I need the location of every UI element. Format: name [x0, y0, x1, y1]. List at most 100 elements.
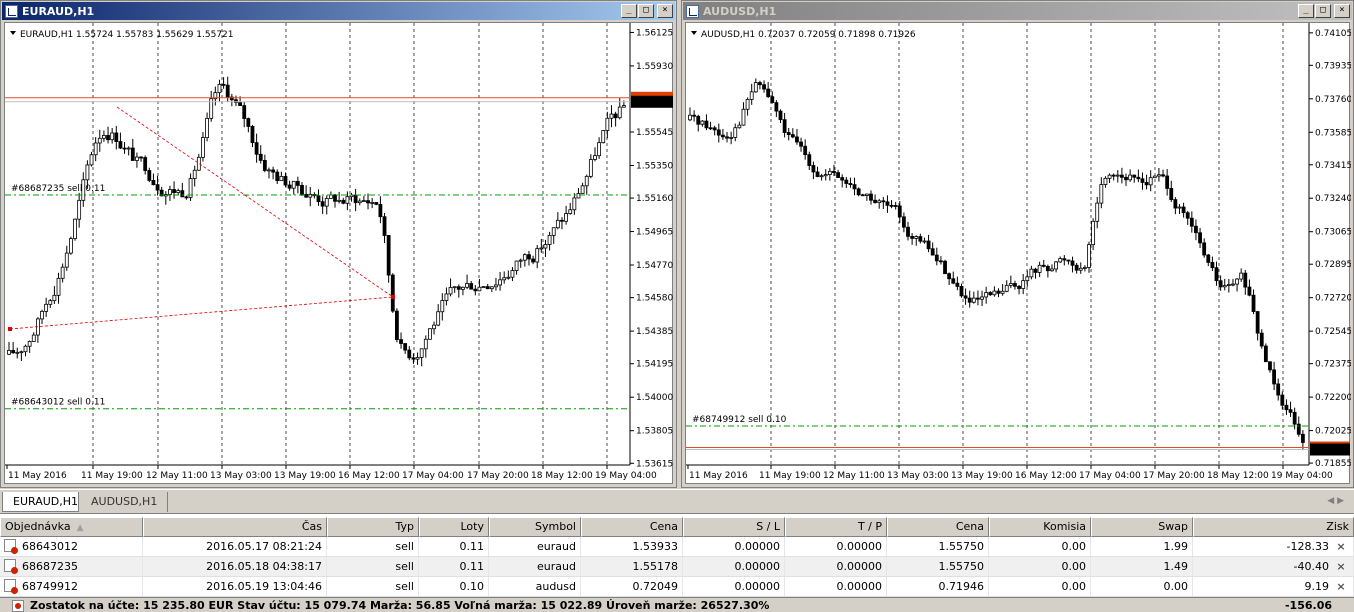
close-button[interactable]: × [657, 4, 673, 18]
candle-body [1107, 174, 1112, 179]
price-tick-label: 1.54195 [636, 360, 673, 370]
candle-body [407, 349, 412, 359]
candle-body [97, 137, 102, 144]
col-header-profit[interactable]: Zisk [1193, 517, 1354, 537]
minimize-button[interactable]: _ [621, 4, 637, 18]
candle-body [593, 155, 597, 160]
table-cell: 0.00000 [683, 557, 785, 576]
candle-body [774, 102, 779, 112]
candle-body [1300, 433, 1305, 443]
candle-body [448, 287, 453, 295]
candle-body [869, 193, 873, 201]
time-tick-label: 11 May 19:00 [759, 471, 821, 481]
candle-body [506, 276, 511, 279]
trade-entry-marker [8, 327, 12, 331]
table-cell: 0.00 [989, 537, 1091, 556]
candle-body [139, 156, 143, 159]
candle-body [15, 351, 20, 354]
time-tick-label: 17 May 20:00 [467, 471, 529, 481]
candle-body [1169, 187, 1174, 200]
candle-body [386, 235, 391, 276]
candle-body [168, 189, 172, 195]
candle-body [955, 282, 960, 287]
candle-body [374, 202, 379, 205]
candle-body [1029, 268, 1034, 278]
close-order-icon[interactable]: × [1333, 577, 1349, 596]
close-order-icon[interactable]: × [1333, 557, 1349, 576]
tab-scroll-arrows-icon[interactable]: ◀ ▶ [1327, 496, 1344, 506]
candle-body [267, 169, 271, 172]
chart-titlebar[interactable]: EURAUD,H1 _ □ × [2, 2, 675, 20]
price-chart[interactable]: 11 May 2016 11 May 19:00 12 May 11:00 13 Ma… [685, 22, 1351, 485]
price-tick-label: 0.73065 [1315, 228, 1351, 238]
candle-body [275, 171, 280, 182]
candle-body [130, 147, 135, 161]
candle-body [823, 174, 828, 177]
price-tick-label: 0.72720 [1315, 294, 1351, 304]
col-header-open-price[interactable]: Cena [581, 517, 683, 537]
col-header-commission[interactable]: Komisia [989, 517, 1091, 537]
col-header-tp[interactable]: T / P [785, 517, 887, 537]
candle-body [1226, 284, 1231, 286]
table-cell: 68643012 [0, 537, 143, 556]
candle-body [815, 171, 820, 177]
tab-audusd[interactable]: AUDUSD,H1 [81, 492, 169, 512]
candle-body [1070, 260, 1075, 266]
candle-body [291, 180, 296, 189]
price-chart[interactable]: 11 May 2016 11 May 19:00 12 May 11:00 13 Ma… [4, 22, 673, 484]
col-header-symbol[interactable]: Symbol [489, 517, 581, 537]
candle-body [1189, 217, 1194, 227]
time-tick-label: 17 May 04:00 [1079, 471, 1141, 481]
trade-history-line [9, 296, 394, 330]
chart-titlebar[interactable]: AUDUSD,H1 _ □ × [683, 2, 1352, 20]
col-header-swap[interactable]: Swap [1091, 517, 1193, 537]
order-line-label: #68687235 sell 0.11 [11, 184, 105, 194]
time-tick-label: 13 May 19:00 [951, 471, 1013, 481]
col-header-order[interactable]: Objednávka ▲ [0, 517, 143, 537]
col-header-type[interactable]: Typ [327, 517, 419, 537]
close-order-icon[interactable]: × [1333, 537, 1349, 556]
tab-euraud[interactable]: EURAUD,H1 [2, 492, 79, 512]
price-tick-label: 0.73935 [1315, 61, 1351, 71]
candle-body [201, 137, 205, 158]
candlestick-chart[interactable]: 11 May 2016 11 May 19:00 12 May 11:00 13 Ma… [5, 23, 674, 485]
candle-body [518, 259, 523, 262]
candle-body [370, 202, 375, 204]
candle-body [832, 170, 836, 173]
candle-body [1222, 285, 1227, 288]
table-cell: 0.10 [419, 577, 489, 596]
candle-body [1119, 174, 1124, 178]
minimize-button[interactable]: _ [1298, 4, 1314, 18]
candle-body [1021, 280, 1026, 289]
candle-body [811, 165, 816, 173]
col-header-sl[interactable]: S / L [683, 517, 785, 537]
table-row[interactable]: 68749912 2016.05.19 13:04:46 sell 0.10 audus… [0, 577, 1354, 597]
candle-body [584, 175, 589, 187]
table-cell: 0.00 [1091, 577, 1193, 596]
chart-window-euraud[interactable]: EURAUD,H1 _ □ × 11 May 2016 11 May 19:00 1… [0, 0, 677, 488]
close-button[interactable]: × [1334, 4, 1350, 18]
chart-tabs: EURAUD,H1 AUDUSD,H1 ◀ ▶ [0, 489, 1354, 513]
price-tick-label: 1.56125 [636, 28, 673, 38]
candle-body [1181, 206, 1186, 214]
candles [7, 76, 626, 367]
candle-body [926, 240, 931, 250]
candle-body [790, 134, 795, 138]
candle-body [172, 189, 176, 193]
candle-body [246, 118, 251, 127]
candle-body [967, 297, 972, 303]
candle-body [848, 183, 853, 186]
table-row[interactable]: 68687235 2016.05.18 04:38:17 sell 0.11 eurau… [0, 557, 1354, 577]
col-header-current-price[interactable]: Cena [887, 517, 989, 537]
col-header-lots[interactable]: Loty [419, 517, 489, 537]
candle-body [1132, 174, 1137, 178]
maximize-button[interactable]: □ [1315, 4, 1331, 18]
candle-body [1074, 264, 1079, 271]
col-header-time[interactable]: Čas [143, 517, 327, 537]
chart-window-audusd[interactable]: AUDUSD,H1 _ □ × 11 May 2016 11 May 19:00 1… [681, 0, 1354, 488]
candlestick-chart[interactable]: 11 May 2016 11 May 19:00 12 May 11:00 13 Ma… [686, 23, 1351, 485]
candle-body [597, 142, 602, 157]
candle-body [44, 303, 49, 312]
maximize-button[interactable]: □ [638, 4, 654, 18]
table-row[interactable]: 68643012 2016.05.17 08:21:24 sell 0.11 eurau… [0, 537, 1354, 557]
